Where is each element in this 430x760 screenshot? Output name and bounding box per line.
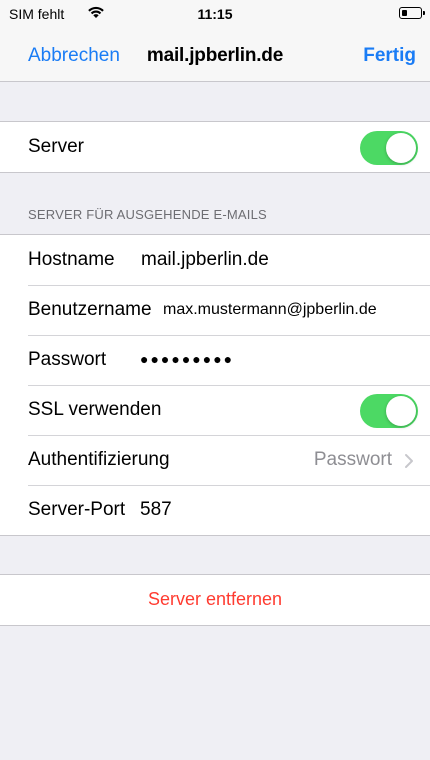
remove-server-row[interactable]: Server entfernen — [0, 575, 430, 625]
server-port-row[interactable]: Server-Port 587 — [0, 485, 430, 535]
server-row: Server — [0, 122, 430, 172]
ssl-label: SSL verwenden — [28, 399, 162, 420]
authentication-value: Passwort — [313, 449, 392, 470]
done-button[interactable]: Fertig — [363, 45, 416, 67]
toggle-knob — [386, 396, 416, 426]
remove-server-group: Server entfernen — [0, 574, 430, 626]
authentication-label: Authentifizierung — [28, 449, 170, 470]
username-field[interactable]: max.mustermann@jpberlin.de — [163, 301, 377, 319]
navigation-bar: Abbrechen mail.jpberlin.de Fertig — [0, 30, 430, 82]
username-label: Benutzername — [28, 299, 152, 320]
chevron-right-icon — [405, 454, 413, 468]
password-field[interactable]: ●●●●●●●●● — [140, 351, 234, 367]
battery-icon — [399, 7, 425, 19]
clock: 11:15 — [197, 6, 233, 22]
hostname-label: Hostname — [28, 249, 115, 270]
ssl-toggle[interactable] — [360, 394, 418, 428]
server-port-label: Server-Port — [28, 499, 126, 520]
authentication-row[interactable]: Authentifizierung Passwort — [0, 435, 430, 485]
password-row[interactable]: Passwort ●●●●●●●●● — [0, 335, 430, 385]
toggle-knob — [386, 133, 416, 163]
hostname-row[interactable]: Hostname mail.jpberlin.de — [0, 235, 430, 285]
server-port-field[interactable]: 587 — [140, 499, 172, 521]
outgoing-server-group: Hostname mail.jpberlin.de Benutzername m… — [0, 234, 430, 536]
status-bar: SIM fehlt 11:15 — [0, 0, 430, 30]
server-toggle[interactable] — [360, 131, 418, 165]
ssl-row: SSL verwenden — [0, 385, 430, 435]
hostname-field[interactable]: mail.jpberlin.de — [141, 249, 269, 271]
remove-server-button[interactable]: Server entfernen — [0, 589, 430, 610]
section-header-outgoing: SERVER FÜR AUSGEHENDE E-MAILS — [28, 207, 267, 222]
server-label: Server — [28, 136, 84, 157]
server-group: Server — [0, 121, 430, 173]
username-row[interactable]: Benutzername max.mustermann@jpberlin.de — [0, 285, 430, 335]
password-label: Passwort — [28, 349, 107, 370]
